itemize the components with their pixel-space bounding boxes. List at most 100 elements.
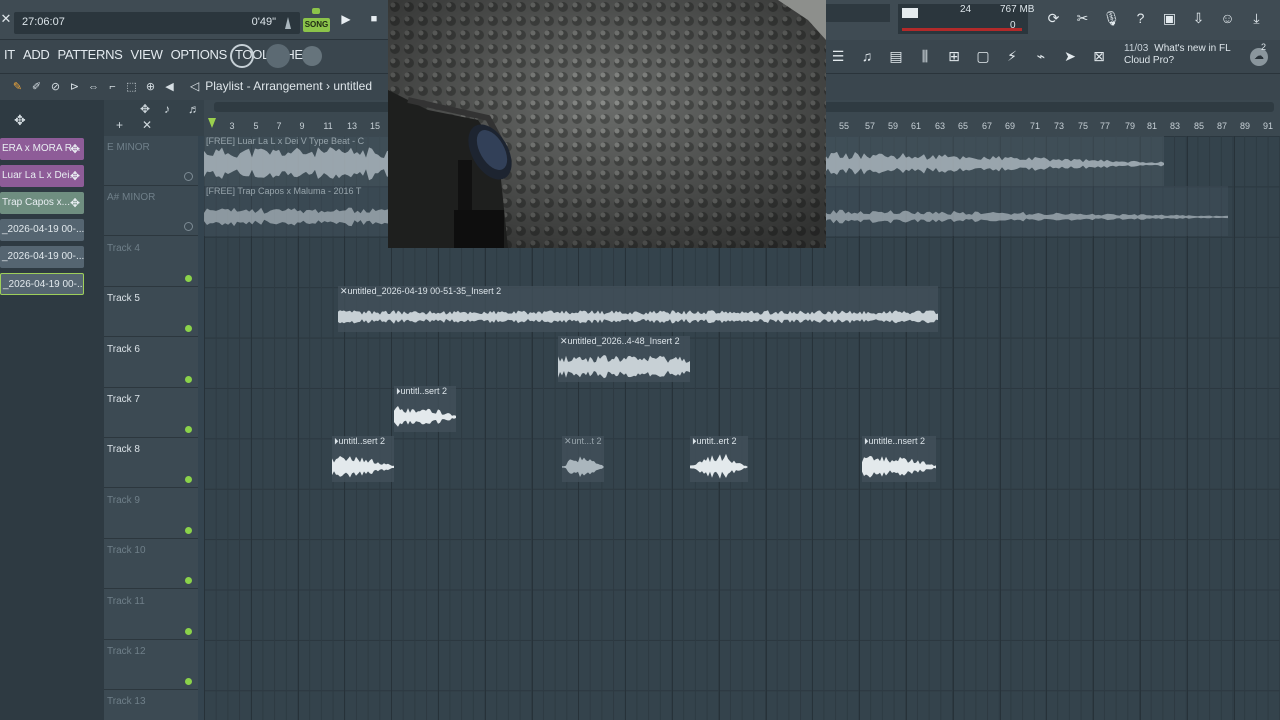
download-icon[interactable]: ⤓ bbox=[1245, 6, 1268, 30]
mute-icon[interactable]: ⊳ bbox=[67, 79, 82, 95]
piano-roll-icon[interactable]: ♫ bbox=[855, 44, 879, 68]
track-header[interactable]: Track 4 bbox=[104, 237, 198, 287]
playhead-marker[interactable] bbox=[208, 118, 216, 128]
channel-rack-icon[interactable]: ▤ bbox=[884, 44, 908, 68]
track-mute-led[interactable] bbox=[185, 577, 192, 585]
plugin-icon[interactable]: ⚡ bbox=[1000, 44, 1024, 68]
stop-icon[interactable]: ■ bbox=[366, 10, 382, 28]
close-icon[interactable]: ✕ bbox=[0, 8, 12, 30]
track-record-icon[interactable] bbox=[184, 172, 193, 181]
audio-clip[interactable]: ⏵untitl..sert 2 bbox=[332, 436, 394, 482]
clip-browser: ✥ ERA x MORA R... ✥ Luar La L x Dei... ✥ Tra… bbox=[0, 100, 104, 720]
browser-clip[interactable]: _2026-04-19 00-... bbox=[0, 219, 84, 241]
close-track-icon[interactable]: ✕ bbox=[142, 118, 152, 132]
news-panel[interactable]: 11/03 What's new in FL Cloud Pro? bbox=[1124, 43, 1254, 67]
refresh-icon[interactable]: ⟳ bbox=[1042, 6, 1065, 30]
webcam-image bbox=[388, 0, 826, 248]
track-mute-led[interactable] bbox=[185, 375, 192, 383]
menu-item-add[interactable]: ADD bbox=[19, 46, 54, 64]
menu-item-it[interactable]: IT bbox=[0, 46, 19, 64]
pencil-icon[interactable]: ✎ bbox=[10, 79, 25, 95]
track-mute-led[interactable] bbox=[185, 678, 192, 685]
export-icon[interactable]: ⇩ bbox=[1187, 6, 1210, 30]
track-mute-led[interactable] bbox=[185, 476, 192, 484]
help-icon[interactable]: ? bbox=[1129, 6, 1152, 30]
save-icon[interactable]: ▣ bbox=[1158, 6, 1181, 30]
microphone-icon[interactable]: 🎙 bbox=[1100, 6, 1123, 30]
audio-clip[interactable]: ⏵untit..ert 2 bbox=[690, 436, 748, 482]
add-track-icon[interactable]: + bbox=[116, 118, 123, 132]
track-header[interactable]: Track 7 bbox=[104, 388, 198, 438]
delete-icon[interactable]: ⊘ bbox=[48, 79, 63, 95]
track-mute-led[interactable] bbox=[185, 526, 192, 534]
playlist-icon[interactable]: ☰ bbox=[826, 44, 850, 68]
browser-tree-icon[interactable]: ⊞ bbox=[942, 44, 966, 68]
memory-readout: 767 MB bbox=[1000, 4, 1035, 15]
menu-item-view[interactable]: VIEW bbox=[127, 46, 167, 64]
audio-clip[interactable]: ⏵untitl..sert 2 bbox=[394, 386, 456, 432]
master-pitch-knob[interactable] bbox=[266, 44, 290, 68]
track-name: E MINOR bbox=[107, 142, 150, 153]
pattern-name[interactable]: untitled bbox=[333, 79, 372, 93]
track-header[interactable]: Track 5 bbox=[104, 287, 198, 338]
menu-item-options[interactable]: OPTIONS bbox=[167, 46, 231, 64]
browser-clip[interactable]: Luar La L x Dei... ✥ bbox=[0, 165, 84, 187]
snap-icon[interactable]: ✥ bbox=[140, 102, 150, 116]
audio-clip[interactable]: ✕untitled_2026..4-48_Insert 2 bbox=[558, 336, 690, 382]
track-mute-led[interactable] bbox=[185, 274, 192, 282]
chat-icon[interactable]: ☺ bbox=[1216, 6, 1239, 30]
browser-clip[interactable]: _2026-04-19 00-... bbox=[0, 273, 84, 295]
track-header[interactable]: Track 8 bbox=[104, 438, 198, 489]
song-mode-button[interactable]: SONG bbox=[303, 18, 330, 32]
keyboard-icon[interactable]: ♬ bbox=[188, 102, 200, 116]
snap-icon[interactable]: ✥ bbox=[14, 112, 26, 129]
clip-title: ⏵untitl..sert 2 bbox=[334, 436, 386, 446]
browser-clip[interactable]: ERA x MORA R... ✥ bbox=[0, 138, 84, 160]
tuning-fork-icon[interactable]: ⌁ bbox=[1029, 44, 1053, 68]
metronome-icon[interactable] bbox=[282, 16, 294, 30]
mixer-icon[interactable]: ⫼ bbox=[913, 44, 937, 68]
browser-clip[interactable]: Trap Capos x... ✥ bbox=[0, 192, 84, 214]
track-name: Track 8 bbox=[107, 444, 140, 456]
track-record-icon[interactable] bbox=[184, 222, 193, 232]
arrow-icon[interactable]: ➤ bbox=[1058, 44, 1082, 68]
bar-number: 13 bbox=[346, 121, 358, 131]
time-display[interactable]: 27:06:07 0'49" bbox=[14, 12, 300, 34]
audio-clip[interactable]: ✕untitled_2026-04-19 00-51-35_Insert 2 bbox=[338, 286, 938, 332]
select-icon[interactable]: ⬚ bbox=[124, 79, 139, 95]
slip-icon[interactable]: ⇔ bbox=[86, 79, 101, 95]
zoom-icon[interactable]: ⊕ bbox=[143, 79, 158, 95]
bar-number: 3 bbox=[229, 121, 235, 131]
piano-icon[interactable]: ♪ bbox=[164, 102, 170, 116]
track-header[interactable]: Track 11 bbox=[104, 590, 198, 640]
audio-clip[interactable]: ⏵untitle..nsert 2 bbox=[862, 436, 936, 482]
track-header[interactable]: Track 10 bbox=[104, 539, 198, 590]
track-header[interactable]: Track 13 bbox=[104, 690, 198, 720]
track-header[interactable]: Track 6 bbox=[104, 338, 198, 388]
track-mute-led[interactable] bbox=[185, 426, 192, 433]
master-volume-knob[interactable] bbox=[230, 44, 254, 68]
clip-drag-icon[interactable]: ✥ bbox=[70, 165, 80, 187]
track-header[interactable]: Track 12 bbox=[104, 640, 198, 690]
project-icon[interactable]: ▢ bbox=[971, 44, 995, 68]
audio-clip[interactable]: ✕unt...t 2 bbox=[562, 436, 604, 482]
menu-item-patterns[interactable]: PATTERNS bbox=[54, 46, 127, 64]
track-header[interactable]: A# MINOR bbox=[104, 186, 198, 237]
clip-drag-icon[interactable]: ✥ bbox=[70, 138, 80, 160]
track-name: A# MINOR bbox=[107, 192, 156, 204]
tempo-knob[interactable] bbox=[302, 46, 322, 66]
clip-drag-icon[interactable]: ✥ bbox=[70, 192, 80, 214]
scissors-icon[interactable]: ✂ bbox=[1071, 6, 1094, 30]
track-mute-led[interactable] bbox=[185, 325, 192, 333]
track-header[interactable]: Track 9 bbox=[104, 489, 198, 539]
slice-icon[interactable]: ⌐ bbox=[105, 79, 120, 95]
track-mute-led[interactable] bbox=[185, 627, 192, 635]
speaker-icon[interactable]: ◀ bbox=[162, 79, 177, 95]
paint-icon[interactable]: ✐ bbox=[29, 79, 44, 95]
shop-icon[interactable]: ⊠ bbox=[1087, 44, 1111, 68]
playlist-menu-icon[interactable]: ◁ bbox=[190, 79, 199, 93]
browser-clip[interactable]: _2026-04-19 00-... bbox=[0, 246, 84, 268]
play-icon[interactable]: ▶ bbox=[338, 10, 354, 28]
track-header[interactable]: E MINOR bbox=[104, 136, 198, 186]
polyphony-readout: 0 bbox=[1010, 20, 1016, 31]
